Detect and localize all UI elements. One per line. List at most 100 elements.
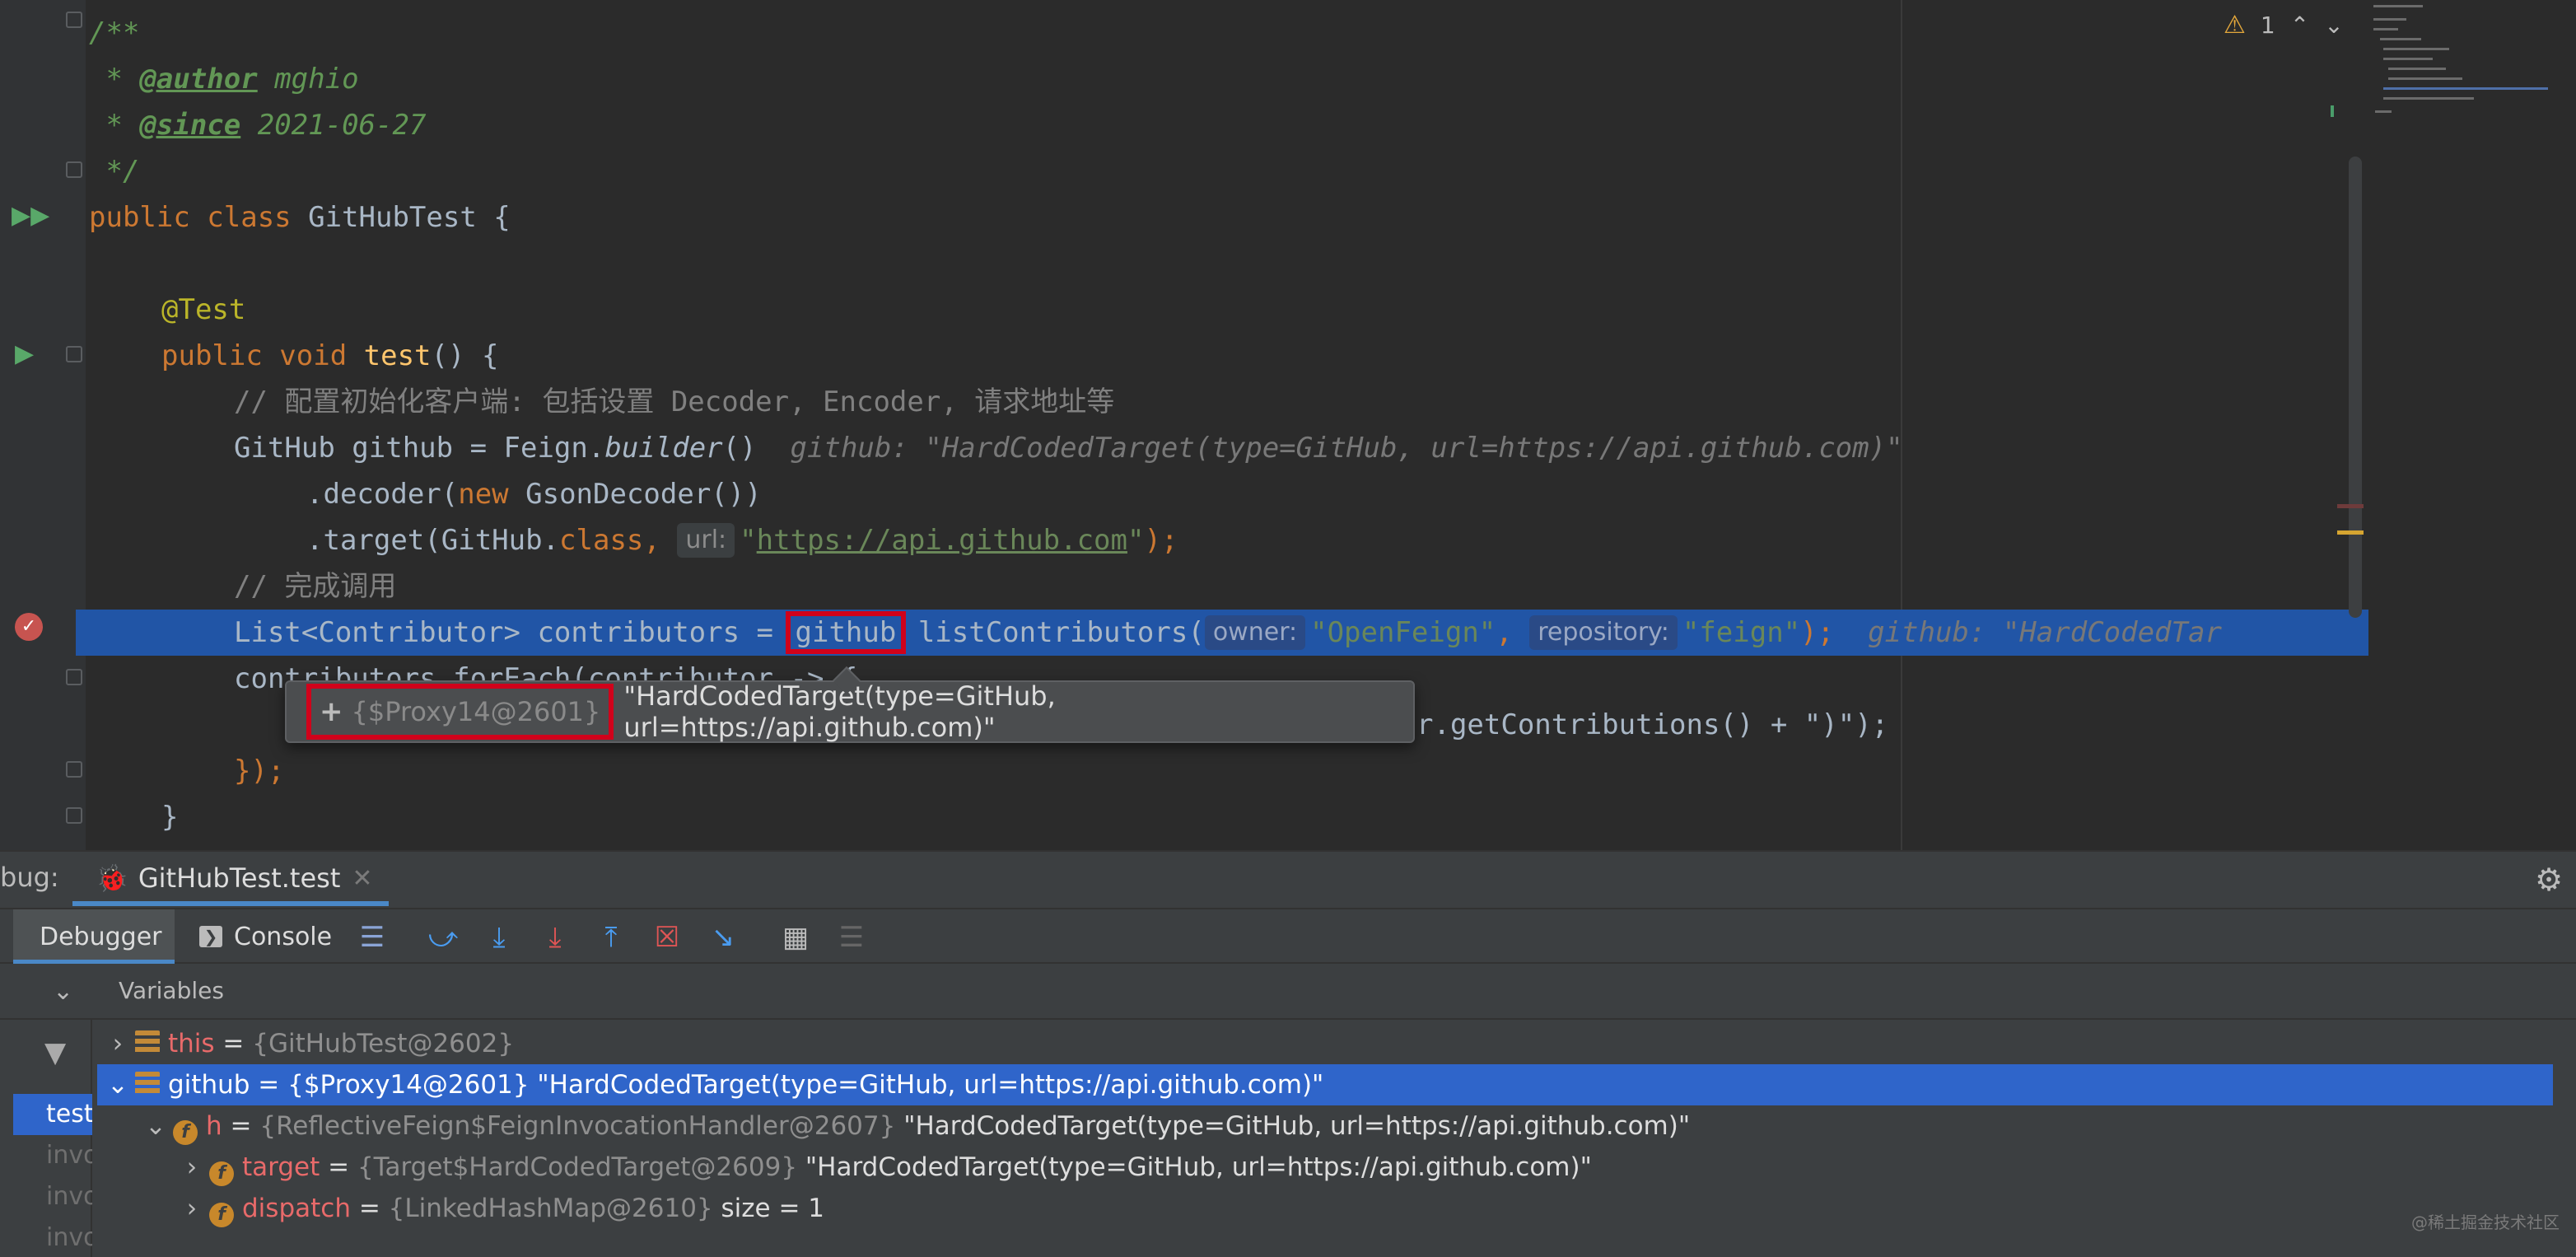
code-line[interactable]: * @since 2021-06-27 bbox=[89, 102, 426, 148]
code-line[interactable]: @Test bbox=[161, 287, 245, 333]
run-all-icon[interactable]: ▶▶ bbox=[12, 201, 49, 230]
github-variable[interactable]: github bbox=[785, 611, 907, 654]
execution-line[interactable]: List<Contributor> contributors = github … bbox=[76, 610, 2368, 656]
field-icon: f bbox=[173, 1120, 198, 1145]
variable-ref: {Target$HardCodedTarget@2609} bbox=[357, 1152, 798, 1182]
expand-icon[interactable]: + bbox=[320, 695, 343, 728]
code-line[interactable]: }); bbox=[234, 748, 284, 794]
menu-icon[interactable]: ☰ bbox=[354, 919, 390, 956]
code-text: GsonDecoder()) bbox=[508, 478, 762, 511]
step-into-icon[interactable]: ⤓ bbox=[481, 919, 517, 956]
close-icon[interactable]: ✕ bbox=[352, 864, 372, 893]
code-line[interactable]: } bbox=[161, 794, 178, 840]
variable-icon bbox=[135, 1030, 160, 1055]
frame-item[interactable]: invo bbox=[13, 1176, 92, 1217]
editor-gutter[interactable] bbox=[0, 0, 86, 850]
chevron-down-icon[interactable]: ⌄ bbox=[2324, 12, 2343, 39]
warning-count: 1 bbox=[2260, 11, 2275, 39]
variable-value: "HardCodedTarget(type=GitHub, url=https:… bbox=[895, 1111, 1691, 1141]
fold-marker[interactable] bbox=[66, 807, 82, 824]
code-line[interactable]: .decoder(new GsonDecoder()) bbox=[306, 471, 762, 517]
frames-list[interactable]: ▼ test invo invo invo bbox=[0, 1020, 92, 1257]
debug-tool-window[interactable]: bug: 🐞 GitHubTest.test ✕ ⚙ Debugger ❯ Con… bbox=[0, 850, 2576, 1257]
frame-item[interactable]: invo bbox=[13, 1217, 92, 1257]
debug-bug-icon: 🐞 bbox=[96, 862, 128, 894]
frame-item[interactable]: invo bbox=[13, 1135, 92, 1176]
code-line[interactable]: // 配置初始化客户端: 包括设置 Decoder, Encoder, 请求地址… bbox=[234, 379, 1114, 425]
fold-marker[interactable] bbox=[66, 761, 82, 778]
code-text: List<Contributor> contributors = bbox=[234, 616, 791, 649]
chevron-right-icon[interactable]: › bbox=[180, 1188, 204, 1229]
editor-scrollbar[interactable] bbox=[2349, 157, 2362, 618]
chevron-right-icon[interactable]: › bbox=[180, 1147, 204, 1188]
field-icon: f bbox=[209, 1203, 234, 1227]
tooltip-ref-callout[interactable]: + {$Proxy14@2601} bbox=[306, 684, 614, 740]
code-line[interactable]: .target(GitHub.class, url: "https://api.g… bbox=[306, 517, 1178, 563]
tab-label: Debugger bbox=[40, 922, 162, 951]
chevron-down-icon[interactable]: ⌄ bbox=[53, 977, 73, 1006]
doc-comment: mghio bbox=[257, 63, 359, 96]
step-over-icon[interactable]: ⤻ bbox=[425, 919, 461, 956]
code-line[interactable]: GitHub github = Feign.builder() github: … bbox=[234, 425, 1903, 471]
keyword: , bbox=[1496, 616, 1530, 649]
variable-row[interactable]: › this = {GitHubTest@2602} bbox=[97, 1023, 2553, 1064]
fold-marker[interactable] bbox=[66, 669, 82, 685]
code-line[interactable]: // 完成调用 bbox=[234, 563, 396, 610]
warning-stripe-mark[interactable] bbox=[2337, 530, 2364, 535]
keyword: new bbox=[458, 478, 509, 511]
tab-debugger[interactable]: Debugger bbox=[13, 909, 175, 964]
chevron-right-icon[interactable]: › bbox=[105, 1023, 130, 1064]
chevron-down-icon[interactable]: ⌄ bbox=[105, 1064, 130, 1105]
tab-console[interactable]: ❯ Console bbox=[199, 909, 352, 964]
run-to-cursor-icon[interactable]: ↘ bbox=[705, 919, 741, 956]
url-link[interactable]: https://api.github.com bbox=[757, 524, 1127, 557]
run-icon[interactable]: ▶ bbox=[15, 339, 34, 368]
trace-icon[interactable]: ☰ bbox=[833, 919, 870, 956]
debug-value-tooltip[interactable]: + {$Proxy14@2601} "HardCodedTarget(type=… bbox=[285, 666, 1415, 743]
chevron-up-icon[interactable]: ⌃ bbox=[2290, 12, 2309, 39]
breakpoint-icon[interactable]: ✓ bbox=[15, 613, 43, 641]
keyword: public class bbox=[89, 201, 309, 234]
code-line[interactable]: public void test() { bbox=[161, 333, 498, 379]
parameter-hint: repository: bbox=[1529, 615, 1678, 650]
code-text: } bbox=[161, 801, 179, 834]
code-line[interactable]: r.getContributions() + ")"); bbox=[1416, 702, 1888, 748]
variable-row[interactable]: › f dispatch = {LinkedHashMap@2610} size =… bbox=[97, 1188, 2553, 1229]
method-name: test bbox=[363, 339, 432, 372]
keyword: class bbox=[559, 524, 644, 557]
code-editor[interactable]: ▶▶ ▶ ✓ /** * @author mghio * @since 2021… bbox=[0, 0, 2576, 850]
inspection-widget[interactable]: ⚠ 1 ⌃ ⌄ bbox=[2224, 8, 2344, 41]
frame-item[interactable]: test bbox=[13, 1094, 92, 1135]
variable-name: target bbox=[242, 1152, 320, 1182]
error-stripe-mark[interactable] bbox=[2337, 504, 2364, 508]
variable-row[interactable]: ⌄ f h = {ReflectiveFeign$FeignInvocationHa… bbox=[97, 1105, 2553, 1147]
gear-icon[interactable]: ⚙ bbox=[2535, 862, 2563, 898]
chevron-down-icon[interactable]: ⌄ bbox=[143, 1105, 168, 1147]
variable-ref: {ReflectiveFeign$FeignInvocationHandler@… bbox=[259, 1111, 896, 1141]
fold-marker[interactable] bbox=[66, 346, 82, 362]
variable-ref: {GitHubTest@2602} bbox=[252, 1029, 515, 1058]
fold-marker[interactable] bbox=[66, 12, 82, 28]
code-line[interactable]: */ bbox=[89, 148, 139, 194]
parameter-hint: owner: bbox=[1204, 615, 1306, 650]
warning-icon[interactable]: ⚠ bbox=[2224, 11, 2246, 40]
equals: = bbox=[250, 1070, 288, 1100]
equals: = bbox=[350, 1194, 389, 1223]
filter-icon[interactable]: ▼ bbox=[44, 1036, 66, 1069]
code-line[interactable]: * @author mghio bbox=[89, 56, 359, 102]
code-line[interactable]: public class GitHubTest { bbox=[89, 194, 511, 241]
variables-title: Variables bbox=[119, 977, 224, 1004]
minimap[interactable] bbox=[2372, 0, 2576, 132]
javadoc-tag: @since bbox=[139, 109, 241, 142]
parameter-hint: url: bbox=[677, 523, 735, 558]
force-step-into-icon[interactable]: ⤓ bbox=[537, 919, 573, 956]
code-line[interactable]: /** bbox=[89, 10, 139, 56]
variable-row[interactable]: › f target = {Target$HardCodedTarget@2609}… bbox=[97, 1147, 2553, 1188]
keyword: ); bbox=[1144, 524, 1178, 557]
fold-marker[interactable] bbox=[66, 161, 82, 178]
step-out-icon[interactable]: ⤒ bbox=[593, 919, 629, 956]
calculator-icon[interactable]: ▦ bbox=[777, 919, 814, 956]
debug-session-tab[interactable]: 🐞 GitHubTest.test ✕ bbox=[72, 850, 389, 906]
drop-frame-icon[interactable]: ☒ bbox=[649, 919, 685, 956]
variable-row[interactable]: ⌄ github = {$Proxy14@2601} "HardCodedTarg… bbox=[97, 1064, 2553, 1105]
